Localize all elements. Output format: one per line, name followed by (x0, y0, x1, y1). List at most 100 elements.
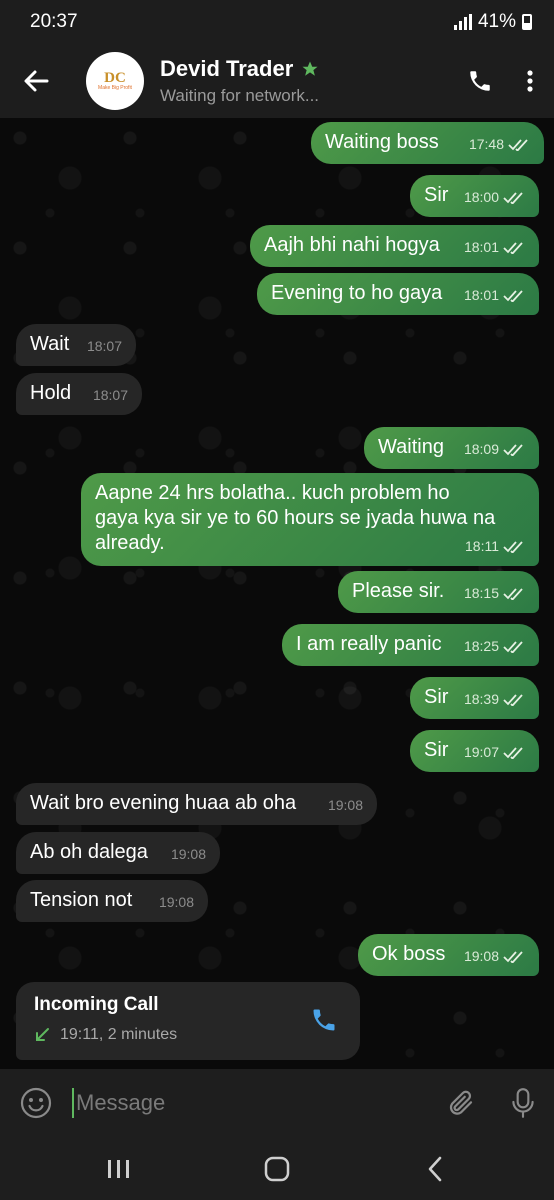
avatar-logo: DC (104, 69, 126, 86)
double-check-icon (503, 540, 523, 553)
message-time: 18:09 (463, 441, 499, 457)
double-check-icon (503, 191, 523, 204)
message-bubble[interactable]: Sir 19:07 (410, 730, 539, 772)
message-time: 18:11 (465, 538, 499, 554)
message-text: Evening to ho gaya (271, 282, 443, 304)
incoming-call-arrow-icon (36, 1028, 49, 1041)
voice-call-button[interactable] (454, 44, 506, 118)
message-bubble[interactable]: Sir 18:00 (410, 175, 539, 217)
message-text: Waiting boss (325, 131, 439, 153)
chat-area[interactable]: Waiting boss 17:48 Sir 18:00 Aajh bhi na… (0, 118, 554, 1069)
emoji-icon (20, 1087, 52, 1119)
message-meta: 18:09 (464, 437, 525, 462)
message-composer: Message (0, 1069, 554, 1137)
avatar-logo-subtext: Make Big Profit (98, 84, 132, 91)
contact-name: Devid Trader (160, 56, 294, 81)
message-bubble[interactable]: Waiting boss 17:48 (311, 122, 544, 164)
contact-status: Waiting for network... (160, 86, 320, 105)
chat-header: DC Make Big Profit Devid Trader Waiting … (0, 44, 554, 118)
message-meta: 18:07 (93, 383, 128, 408)
message-bubble[interactable]: Please sir. 18:15 (338, 571, 539, 613)
message-time: 19:08 (327, 797, 363, 813)
message-text: Tension not (30, 889, 133, 911)
double-check-icon (503, 950, 523, 963)
message-time: 18:15 (463, 585, 499, 601)
message-text: Wait bro evening huaa ab oha (30, 792, 297, 814)
message-text: I am really panic (296, 633, 442, 655)
message-bubble[interactable]: Hold 18:07 (16, 373, 142, 415)
message-text: Waiting (378, 436, 444, 458)
message-text: Hold (30, 382, 72, 404)
double-check-icon (503, 241, 523, 254)
phone-icon (470, 71, 490, 91)
call-title: Incoming Call (34, 994, 159, 1015)
message-bubble[interactable]: I am really panic 18:25 (282, 624, 539, 666)
message-time: 18:07 (86, 338, 122, 354)
call-log-card[interactable]: Incoming Call 19:11, 2 minutes (16, 982, 360, 1060)
message-meta: 17:48 (469, 132, 530, 157)
signal-icon (453, 14, 472, 30)
message-meta: 19:08 (171, 842, 206, 867)
message-time: 18:39 (463, 691, 499, 707)
emoji-button[interactable] (0, 1069, 72, 1137)
recent-apps-button[interactable] (79, 1144, 159, 1194)
chevron-left-icon (428, 1156, 442, 1181)
double-check-icon (503, 693, 523, 706)
double-check-icon (503, 443, 523, 456)
phone-icon (313, 1009, 335, 1031)
message-meta: 18:01 (464, 283, 525, 308)
message-text: Sir (424, 184, 449, 206)
message-bubble[interactable]: Aapne 24 hrs bolatha.. kuch problem ho g… (81, 473, 539, 566)
message-time: 19:07 (463, 744, 499, 760)
message-bubble[interactable]: Aajh bhi nahi hogya 18:01 (250, 225, 539, 267)
text-cursor (72, 1088, 74, 1118)
message-bubble[interactable]: Sir 18:39 (410, 677, 539, 719)
message-meta: 19:08 (159, 890, 194, 915)
double-check-icon (503, 587, 523, 600)
message-text: Sir (424, 739, 449, 761)
message-meta: 19:08 (328, 793, 363, 818)
message-time: 18:01 (463, 287, 499, 303)
system-back-button[interactable] (395, 1144, 475, 1194)
microphone-icon (512, 1088, 534, 1118)
message-text: Sir (424, 686, 449, 708)
message-bubble[interactable]: Wait bro evening huaa ab oha 19:08 (16, 783, 377, 825)
message-text-line: gaya kya sir ye to 60 hours se jyada huw… (95, 507, 496, 529)
battery-icon (522, 14, 532, 30)
message-time: 17:48 (468, 136, 504, 152)
message-bubble[interactable]: Waiting 18:09 (364, 427, 539, 469)
avatar[interactable]: DC Make Big Profit (86, 52, 144, 110)
more-vert-icon (527, 70, 533, 92)
contact-info[interactable]: Devid Trader Waiting for network... (160, 56, 454, 106)
back-button[interactable] (0, 44, 72, 118)
message-meta: 18:01 (464, 235, 525, 260)
message-bubble[interactable]: Ab oh dalega 19:08 (16, 832, 220, 874)
message-text-line: Aapne 24 hrs bolatha.. kuch problem ho (95, 482, 450, 504)
message-meta: 18:15 (464, 581, 525, 606)
more-options-button[interactable] (506, 44, 554, 118)
status-time: 20:37 (30, 11, 78, 32)
message-bubble[interactable]: Ok boss 19:08 (358, 934, 539, 976)
message-bubble[interactable]: Tension not 19:08 (16, 880, 208, 922)
message-text: Wait (30, 333, 70, 355)
message-meta: 18:00 (464, 185, 525, 210)
double-check-icon (503, 746, 523, 759)
attach-button[interactable] (430, 1069, 492, 1137)
home-button[interactable] (237, 1144, 317, 1194)
message-bubble[interactable]: Wait 18:07 (16, 324, 136, 366)
call-back-button[interactable] (310, 1006, 338, 1039)
voice-message-button[interactable] (492, 1069, 554, 1137)
message-meta: 18:07 (87, 334, 122, 359)
status-icons: 41% (453, 11, 532, 33)
battery-percent: 41% (477, 11, 516, 32)
message-meta: 18:11 (465, 534, 525, 559)
call-info: 19:11, 2 minutes (34, 1026, 342, 1044)
double-check-icon (503, 640, 523, 653)
message-text: Ok boss (372, 943, 446, 965)
message-bubble[interactable]: Evening to ho gaya 18:01 (257, 273, 539, 315)
paperclip-icon (449, 1090, 473, 1115)
message-time: 18:00 (463, 189, 499, 205)
message-input[interactable]: Message (72, 1069, 430, 1137)
home-icon (264, 1156, 290, 1181)
star-icon (302, 61, 318, 76)
